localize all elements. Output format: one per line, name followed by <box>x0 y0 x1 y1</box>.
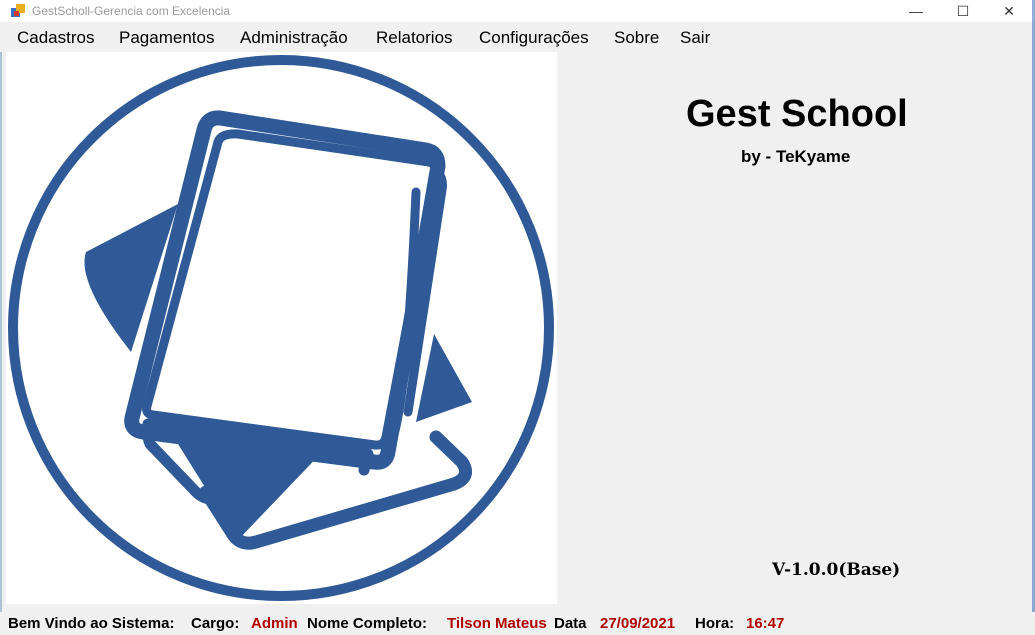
menu-administracao[interactable]: Administração <box>240 28 348 48</box>
maximize-icon: ☐ <box>956 2 970 19</box>
status-role-value: Admin <box>251 615 298 632</box>
menu-bar: Cadastros Pagamentos Administração Relat… <box>0 22 1035 52</box>
close-button[interactable]: ✕ <box>986 0 1032 22</box>
status-bar: Bem Vindo ao Sistema: Cargo: Admin Nome … <box>0 612 1035 635</box>
menu-sobre[interactable]: Sobre <box>614 28 659 48</box>
menu-sair[interactable]: Sair <box>680 28 710 48</box>
status-role-label: Cargo: <box>191 615 240 632</box>
menu-pagamentos[interactable]: Pagamentos <box>119 28 214 48</box>
status-welcome-label: Bem Vindo ao Sistema: <box>8 615 175 632</box>
status-time-value: 16:47 <box>746 615 785 632</box>
app-version: V-1.0.0(Base) <box>772 560 901 580</box>
status-date-value: 27/09/2021 <box>600 615 676 632</box>
minimize-button[interactable]: — <box>893 0 939 22</box>
status-name-label: Nome Completo: <box>307 615 427 632</box>
close-icon: ✕ <box>1003 2 1015 19</box>
menu-configuracoes[interactable]: Configurações <box>479 28 589 48</box>
app-author: by - TeKyame <box>741 147 851 166</box>
menu-cadastros[interactable]: Cadastros <box>17 28 94 48</box>
window-title: GestScholl-Gerencia com Excelencia <box>32 4 231 18</box>
status-name-value: Tilson Mateus <box>447 615 547 632</box>
menu-relatorios[interactable]: Relatorios <box>376 28 453 48</box>
minimize-icon: — <box>909 3 923 19</box>
book-logo-icon <box>8 55 554 601</box>
window-left-edge <box>0 52 2 612</box>
maximize-button[interactable]: ☐ <box>940 0 986 22</box>
app-title: Gest School <box>686 93 908 135</box>
logo-panel <box>6 52 557 604</box>
app-icon <box>11 4 25 17</box>
status-time-label: Hora: <box>695 615 735 632</box>
title-bar: GestScholl-Gerencia com Excelencia — ☐ ✕ <box>0 0 1035 22</box>
status-date-label: Data <box>554 615 587 632</box>
